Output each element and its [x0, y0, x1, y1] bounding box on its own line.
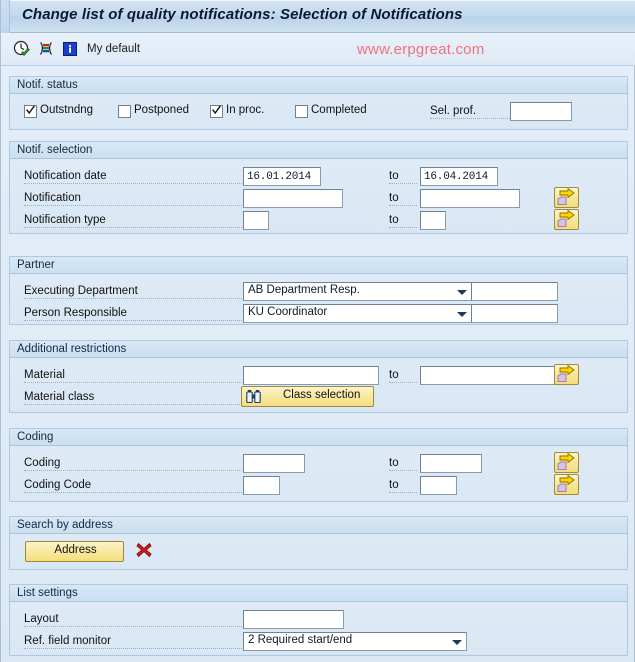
title-highlight-line: [1, 0, 635, 1]
info-icon[interactable]: [61, 40, 79, 58]
coding-multi-select-button[interactable]: [554, 452, 579, 473]
group-additional-restrictions: Additional restrictions Material to Mate…: [9, 340, 628, 413]
application-toolbar: My default www.erpgreat.com: [1, 33, 635, 66]
to-label: to: [389, 192, 417, 206]
execute-clock-icon[interactable]: [13, 40, 31, 58]
notification-type-to-input[interactable]: [420, 211, 446, 230]
ref-field-monitor-label: Ref. field monitor: [24, 635, 242, 649]
class-selection-button[interactable]: Class selection: [241, 386, 374, 407]
group-header-partner: Partner: [10, 257, 627, 274]
group-header-notif-status: Notif. status: [10, 77, 627, 94]
title-left-accent: [1, 0, 10, 33]
checkbox-box: [118, 105, 131, 118]
group-header-list-settings: List settings: [10, 585, 627, 602]
notification-date-from-input[interactable]: [243, 167, 321, 186]
address-button-label: Address: [54, 544, 97, 556]
chevron-down-icon: [457, 290, 467, 295]
multiple-selection-icon[interactable]: [37, 40, 55, 58]
coding-code-multi-select-button[interactable]: [554, 474, 579, 495]
sel-prof-label: Sel. prof.: [430, 105, 510, 119]
group-title-partner: Partner: [17, 259, 55, 271]
class-selection-button-label: Class selection: [283, 389, 361, 401]
chevron-down-icon: [457, 312, 467, 317]
executing-department-code-input[interactable]: [471, 282, 558, 301]
to-label: to: [389, 170, 417, 184]
group-title-list-settings: List settings: [17, 587, 78, 599]
coding-to-input[interactable]: [420, 454, 482, 473]
notification-date-to-input[interactable]: [420, 167, 498, 186]
group-title-coding: Coding: [17, 431, 54, 443]
group-header-notif-selection: Notif. selection: [10, 142, 627, 159]
group-title-additional-restrictions: Additional restrictions: [17, 343, 127, 355]
coding-from-input[interactable]: [243, 454, 305, 473]
window-title-bar: Change list of quality notifications: Se…: [1, 0, 635, 33]
checkbox-box: [295, 105, 308, 118]
material-class-label: Material class: [24, 391, 242, 405]
group-title-search-by-address: Search by address: [17, 519, 113, 531]
coding-code-label: Coding Code: [24, 479, 242, 493]
coding-label: Coding: [24, 457, 242, 471]
notification-type-multi-select-button[interactable]: [554, 209, 579, 230]
notification-type-from-input[interactable]: [243, 211, 269, 230]
layout-label: Layout: [24, 613, 242, 627]
group-list-settings: List settings Layout Ref. field monitor …: [9, 584, 628, 656]
to-label: to: [389, 214, 417, 228]
site-watermark: www.erpgreat.com: [357, 41, 485, 58]
material-from-input[interactable]: [243, 366, 379, 385]
executing-department-dropdown[interactable]: AB Department Resp.: [243, 282, 472, 301]
group-header-additional-restrictions: Additional restrictions: [10, 341, 627, 358]
ref-field-monitor-value: 2 Required start/end: [248, 634, 353, 646]
notification-label: Notification: [24, 192, 242, 206]
material-label: Material: [24, 369, 242, 383]
binoculars-icon: [246, 389, 261, 407]
material-multi-select-button[interactable]: [554, 364, 579, 385]
to-label: to: [389, 479, 417, 493]
notification-multi-select-button[interactable]: [554, 187, 579, 208]
check-mark-icon: [212, 105, 221, 115]
notification-type-label: Notification type: [24, 214, 242, 228]
group-search-by-address: Search by address Address: [9, 516, 628, 570]
notification-from-input[interactable]: [243, 189, 343, 208]
material-to-input[interactable]: [420, 366, 556, 385]
sel-prof-input[interactable]: [510, 102, 572, 121]
to-label: to: [389, 369, 417, 383]
address-button[interactable]: Address: [25, 541, 124, 562]
group-header-search-by-address: Search by address: [10, 517, 627, 534]
notification-to-input[interactable]: [420, 189, 520, 208]
my-default-label[interactable]: My default: [87, 43, 140, 55]
delete-red-x-icon[interactable]: [136, 542, 152, 563]
group-header-coding: Coding: [10, 429, 627, 446]
sap-selection-screen: Change list of quality notifications: Se…: [0, 0, 635, 662]
group-title-notif-selection: Notif. selection: [17, 144, 93, 156]
checkbox-label: Outstndng: [40, 104, 94, 116]
executing-department-value: AB Department Resp.: [248, 284, 360, 296]
checkbox-label: In proc.: [226, 104, 265, 116]
chevron-down-icon: [452, 640, 462, 645]
checkbox-label: Completed: [311, 104, 367, 116]
group-notif-status: Notif. status Outstndng Postponed In pro…: [9, 76, 628, 130]
person-responsible-value: KU Coordinator: [248, 306, 328, 318]
coding-code-to-input[interactable]: [420, 476, 457, 495]
layout-input[interactable]: [243, 610, 344, 629]
person-responsible-label: Person Responsible: [24, 307, 242, 321]
group-coding: Coding Coding to Coding Code to: [9, 428, 628, 502]
checkbox-label: Postponed: [134, 104, 189, 116]
person-responsible-code-input[interactable]: [471, 304, 558, 323]
group-partner: Partner Executing Department AB Departme…: [9, 256, 628, 325]
to-label: to: [389, 457, 417, 471]
group-title-notif-status: Notif. status: [17, 79, 78, 91]
person-responsible-dropdown[interactable]: KU Coordinator: [243, 304, 472, 323]
check-mark-icon: [26, 105, 35, 115]
ref-field-monitor-dropdown[interactable]: 2 Required start/end: [243, 632, 467, 651]
coding-code-from-input[interactable]: [243, 476, 280, 495]
executing-department-label: Executing Department: [24, 285, 242, 299]
page-title: Change list of quality notifications: Se…: [22, 6, 463, 23]
notification-date-label: Notification date: [24, 170, 242, 184]
group-notif-selection: Notif. selection Notification date to No…: [9, 141, 628, 234]
